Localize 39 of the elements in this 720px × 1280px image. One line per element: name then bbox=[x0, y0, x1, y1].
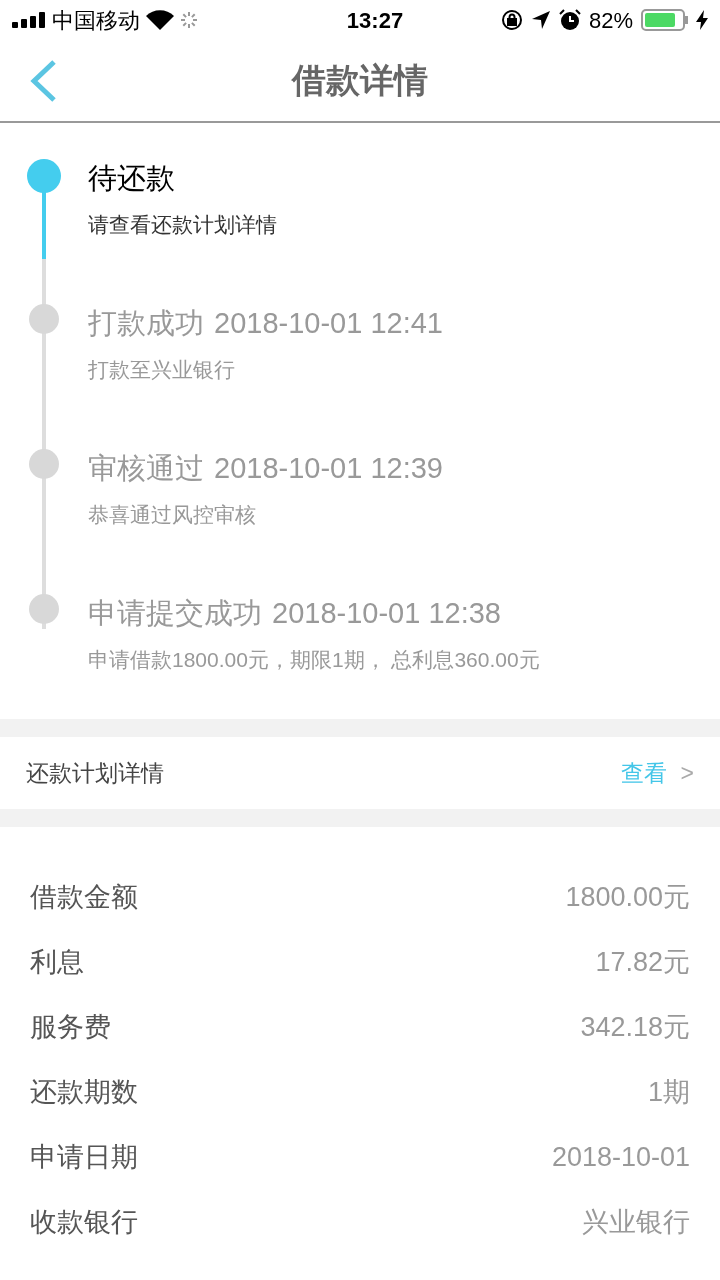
step-time: 2018-10-01 12:39 bbox=[214, 451, 443, 486]
detail-label: 利息 bbox=[30, 946, 84, 980]
detail-value: 2018-10-01 bbox=[551, 1141, 690, 1175]
step-title: 打款成功 bbox=[88, 306, 204, 341]
clock-time: 13:27 bbox=[345, 6, 405, 35]
step-description: 打款至兴业银行 bbox=[88, 357, 236, 383]
detail-value: 兴业银行 bbox=[582, 1206, 690, 1240]
rotation-lock-icon bbox=[500, 9, 523, 31]
plan-row[interactable]: 还款计划详情 查看 > bbox=[0, 737, 720, 809]
location-arrow-icon bbox=[530, 10, 551, 30]
step-title: 待还款 bbox=[88, 161, 175, 196]
carrier-name: 中国移动 bbox=[52, 6, 140, 35]
step-description: 恭喜通过风控审核 bbox=[88, 502, 257, 528]
back-icon[interactable] bbox=[30, 60, 56, 102]
wifi-icon bbox=[146, 10, 174, 30]
step-description: 申请借款1800.00元，期限1期， 总利息360.00元 bbox=[88, 647, 540, 673]
row-label: 还款计划详情 bbox=[26, 758, 165, 788]
step-description: 请查看还款计划详情 bbox=[88, 212, 277, 238]
detail-label: 申请日期 bbox=[30, 1141, 138, 1175]
charging-bolt-icon bbox=[696, 10, 708, 30]
detail-value: 1800.00元 bbox=[565, 881, 690, 915]
detail-label: 服务费 bbox=[30, 1011, 111, 1045]
step-title: 申请提交成功 bbox=[88, 596, 262, 631]
page-title: 借款详情 bbox=[290, 60, 429, 101]
loading-icon bbox=[180, 11, 198, 29]
detail-value: 17.82元 bbox=[595, 946, 690, 980]
battery-percent: 82% bbox=[588, 6, 633, 35]
detail-value: 342.18元 bbox=[580, 1011, 690, 1045]
chevron-icon: > bbox=[680, 755, 694, 791]
step-title: 审核通过 bbox=[88, 451, 204, 486]
step-time: 2018-10-01 12:41 bbox=[214, 306, 443, 341]
signal-icon bbox=[12, 12, 46, 28]
step-time: 2018-10-01 12:38 bbox=[272, 596, 501, 631]
detail-label: 还款期数 bbox=[30, 1076, 138, 1110]
detail-label: 借款金额 bbox=[30, 881, 138, 915]
battery-icon bbox=[641, 9, 688, 31]
detail-value: 1期 bbox=[647, 1076, 690, 1110]
alarm-icon bbox=[558, 9, 581, 31]
detail-label: 收款银行 bbox=[30, 1206, 138, 1240]
